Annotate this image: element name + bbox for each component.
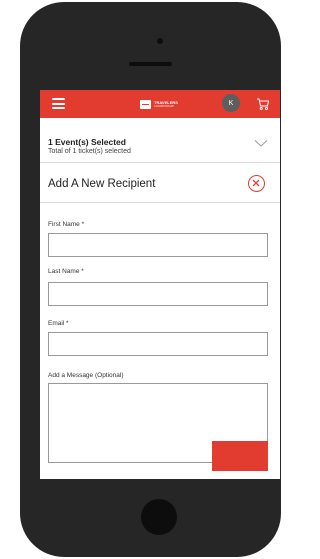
front-camera [157, 38, 163, 44]
events-selected-text: 1 Event(s) Selected [48, 137, 126, 147]
first-name-field[interactable] [48, 233, 268, 257]
phone-screen: TRAVELERS CHAMPIONSHIP K 1 Event(s) Sele… [40, 90, 280, 479]
last-name-label: Last Name * [48, 268, 84, 275]
first-name-label: First Name * [48, 221, 85, 228]
close-icon [252, 179, 260, 187]
close-form-button[interactable] [248, 175, 265, 192]
speaker-grille [129, 62, 172, 66]
cart-icon[interactable] [256, 97, 270, 111]
chevron-down-icon[interactable] [254, 135, 268, 147]
logo-mark-icon [140, 99, 151, 109]
last-name-field[interactable] [48, 282, 268, 306]
email-field[interactable] [48, 332, 268, 356]
avatar[interactable]: K [222, 94, 240, 112]
travelers-championship-logo[interactable]: TRAVELERS CHAMPIONSHIP [140, 99, 178, 109]
logo-subtext: CHAMPIONSHIP [154, 104, 175, 108]
menu-icon[interactable] [52, 98, 65, 109]
ticket-count-text: Total of 1 ticket(s) selected [48, 148, 131, 155]
title-divider [40, 202, 280, 203]
form-title: Add A New Recipient [48, 178, 156, 190]
app-header: TRAVELERS CHAMPIONSHIP K [40, 90, 280, 118]
send-button[interactable] [212, 441, 268, 471]
summary-divider [40, 162, 280, 163]
message-label: Add a Message (Optional) [48, 372, 124, 379]
email-label: Email * [48, 320, 69, 327]
home-button[interactable] [141, 499, 177, 535]
